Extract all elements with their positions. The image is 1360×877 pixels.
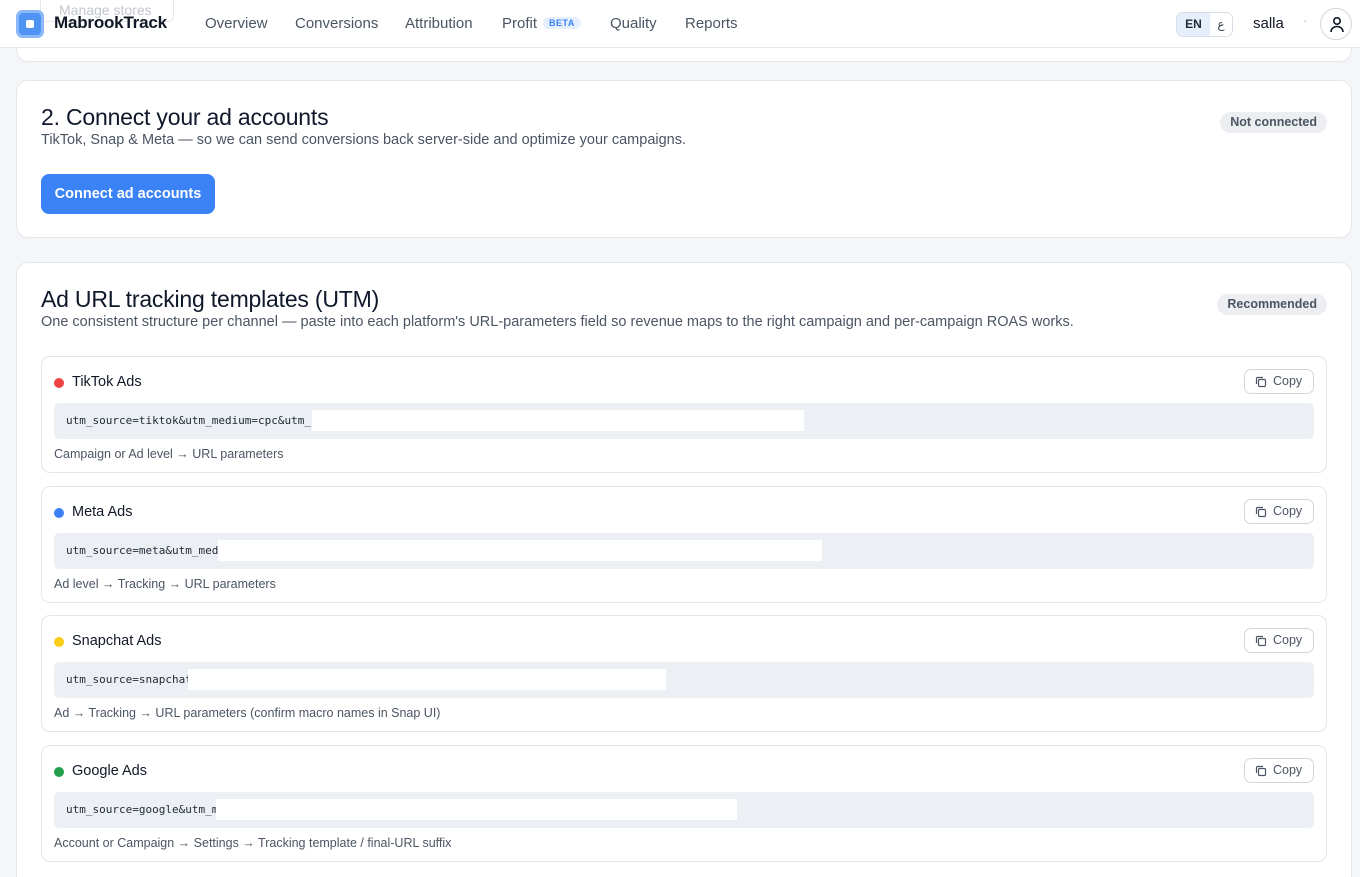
user-icon [1330,16,1344,33]
utm-item-google: Google Ads Copy utm_source=google&utm_m … [41,745,1327,862]
tiktok-color-dot [54,378,64,388]
utm-item-tiktok: TikTok Ads Copy utm_source=tiktok&utm_me… [41,356,1327,473]
nav-profit[interactable]: Profit BETA [502,15,581,32]
copy-icon [1255,506,1267,518]
utm-item-name: Snapchat Ads [72,633,162,649]
utm-code: utm_source=google&utm_m [66,803,219,816]
redacted-block [218,540,822,561]
copy-label: Copy [1273,504,1303,518]
utm-item-name: TikTok Ads [72,374,142,390]
copy-button[interactable]: Copy [1244,628,1314,653]
utm-hint: Ad → Tracking → URL parameters (confirm … [54,706,441,720]
utm-code-field[interactable]: utm_source=snapchat [54,662,1314,698]
store-name[interactable]: salla [1253,15,1284,32]
utm-code-field[interactable]: utm_source=tiktok&utm_medium=cpc&utm_ [54,403,1314,439]
copy-button[interactable]: Copy [1244,499,1314,524]
language-switcher: EN ع [1176,12,1233,37]
nav-conversions[interactable]: Conversions [295,15,378,32]
utm-hint: Account or Campaign → Settings → Trackin… [54,836,452,850]
copy-button[interactable]: Copy [1244,758,1314,783]
google-color-dot [54,767,64,777]
utm-code: utm_source=tiktok&utm_medium=cpc&utm_ [66,414,312,427]
brand-name[interactable]: MabrookTrack [54,13,167,33]
utm-item-meta: Meta Ads Copy utm_source=meta&utm_med Ad… [41,486,1327,603]
lang-ar-button[interactable]: ع [1210,13,1232,36]
utm-templates-card: Ad URL tracking templates (UTM) One cons… [16,262,1352,877]
card-subtitle: One consistent structure per channel — p… [41,314,1074,330]
nav-reports[interactable]: Reports [685,15,738,32]
card-title: Ad URL tracking templates (UTM) [41,286,380,312]
account-button[interactable] [1320,8,1352,40]
nav-attribution[interactable]: Attribution [405,15,473,32]
meta-color-dot [54,508,64,518]
utm-item-name: Google Ads [72,763,147,779]
beta-badge: BETA [543,17,581,29]
copy-icon [1255,765,1267,777]
utm-code: utm_source=snapchat [66,673,192,686]
redacted-block [216,799,737,820]
snapchat-color-dot [54,637,64,647]
copy-button[interactable]: Copy [1244,369,1314,394]
logo-icon[interactable] [16,10,44,38]
redacted-block [312,410,804,431]
utm-hint: Campaign or Ad level → URL parameters [54,447,284,461]
nav-quality[interactable]: Quality [610,15,657,32]
utm-item-snapchat: Snapchat Ads Copy utm_source=snapchat Ad… [41,615,1327,732]
status-badge: Not connected [1220,112,1327,133]
utm-hint: Ad level → Tracking → URL parameters [54,577,276,591]
copy-label: Copy [1273,633,1303,647]
redacted-block [188,669,666,690]
separator: · [1303,12,1308,28]
lang-en-button[interactable]: EN [1177,13,1210,36]
card-title: 2. Connect your ad accounts [41,104,329,130]
connect-ad-accounts-button[interactable]: Connect ad accounts [41,174,215,214]
copy-label: Copy [1273,374,1303,388]
utm-code-field[interactable]: utm_source=google&utm_m [54,792,1314,828]
nav-overview[interactable]: Overview [205,15,268,32]
status-badge: Recommended [1217,294,1327,315]
top-nav: Manage stores MabrookTrack Overview Conv… [0,0,1360,48]
utm-code: utm_source=meta&utm_med [66,544,219,557]
utm-item-name: Meta Ads [72,504,133,520]
connect-ad-accounts-card: 2. Connect your ad accounts TikTok, Snap… [16,80,1352,238]
copy-icon [1255,635,1267,647]
copy-label: Copy [1273,763,1303,777]
copy-icon [1255,376,1267,388]
nav-profit-label: Profit [502,15,538,32]
card-subtitle: TikTok, Snap & Meta — so we can send con… [41,132,687,148]
utm-code-field[interactable]: utm_source=meta&utm_med [54,533,1314,569]
